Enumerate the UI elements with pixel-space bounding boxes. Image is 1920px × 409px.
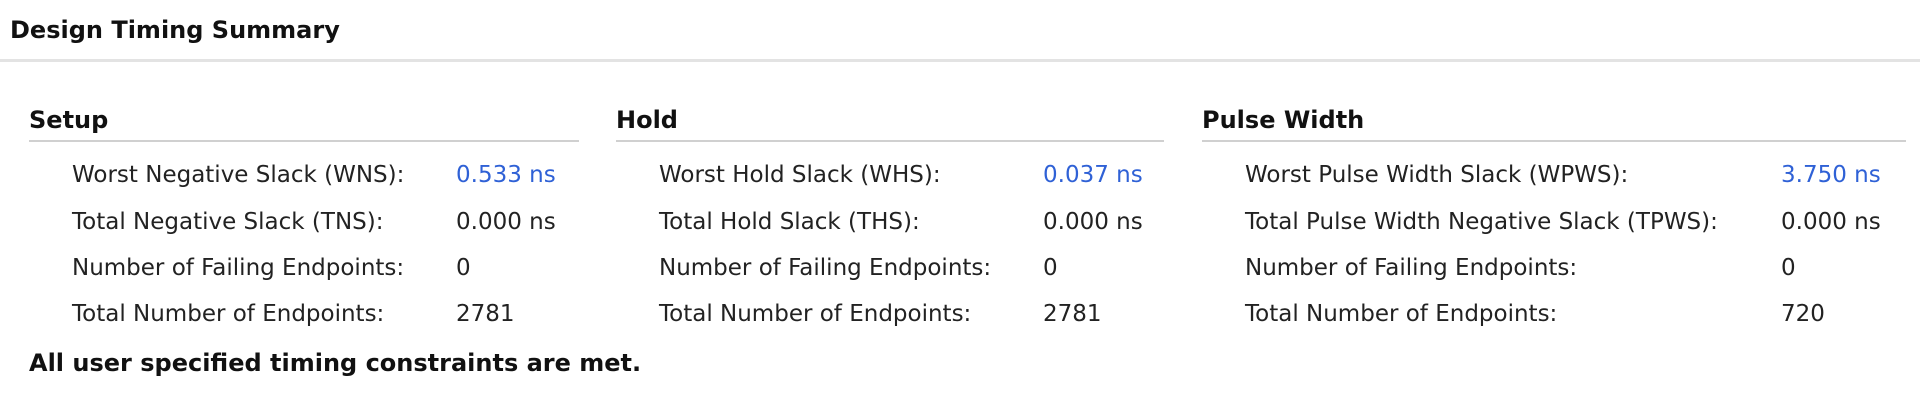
hold-whs-value-link[interactable]: 0.037 ns bbox=[1043, 162, 1143, 188]
setup-total-value: 2781 bbox=[456, 301, 515, 327]
setup-failing-label: Number of Failing Endpoints: bbox=[72, 255, 405, 281]
pulse-wpws-label: Worst Pulse Width Slack (WPWS): bbox=[1245, 162, 1629, 188]
title-bar: Design Timing Summary bbox=[0, 0, 1920, 62]
pulse-tpws-label: Total Pulse Width Negative Slack (TPWS): bbox=[1245, 209, 1718, 235]
hold-failing-value: 0 bbox=[1043, 255, 1058, 281]
setup-section: Setup Worst Negative Slack (WNS): 0.533 … bbox=[29, 105, 579, 327]
setup-total-label: Total Number of Endpoints: bbox=[72, 301, 385, 327]
setup-wns-label: Worst Negative Slack (WNS): bbox=[72, 162, 405, 188]
pulse-width-section: Pulse Width Worst Pulse Width Slack (WPW… bbox=[1202, 105, 1906, 327]
pulse-failing-label: Number of Failing Endpoints: bbox=[1245, 255, 1578, 281]
setup-tns-value: 0.000 ns bbox=[456, 209, 556, 235]
hold-ths-label: Total Hold Slack (THS): bbox=[659, 209, 920, 235]
hold-section-title: Hold bbox=[616, 105, 1164, 142]
pulse-total-label: Total Number of Endpoints: bbox=[1245, 301, 1558, 327]
pulse-wpws-value-link[interactable]: 3.750 ns bbox=[1781, 162, 1881, 188]
hold-section: Hold Worst Hold Slack (WHS): 0.037 ns To… bbox=[616, 105, 1164, 327]
setup-failing-value: 0 bbox=[456, 255, 471, 281]
pulse-total-value: 720 bbox=[1781, 301, 1825, 327]
hold-ths-value: 0.000 ns bbox=[1043, 209, 1143, 235]
setup-wns-value-link[interactable]: 0.533 ns bbox=[456, 162, 556, 188]
pulse-width-section-title: Pulse Width bbox=[1202, 105, 1906, 142]
hold-total-label: Total Number of Endpoints: bbox=[659, 301, 972, 327]
hold-whs-label: Worst Hold Slack (WHS): bbox=[659, 162, 941, 188]
pulse-failing-value: 0 bbox=[1781, 255, 1796, 281]
pulse-tpws-value: 0.000 ns bbox=[1781, 209, 1881, 235]
setup-tns-label: Total Negative Slack (TNS): bbox=[72, 209, 384, 235]
constraints-status-message: All user specified timing constraints ar… bbox=[29, 349, 642, 377]
hold-failing-label: Number of Failing Endpoints: bbox=[659, 255, 992, 281]
page-title: Design Timing Summary bbox=[10, 16, 340, 44]
hold-total-value: 2781 bbox=[1043, 301, 1102, 327]
setup-section-title: Setup bbox=[29, 105, 579, 142]
